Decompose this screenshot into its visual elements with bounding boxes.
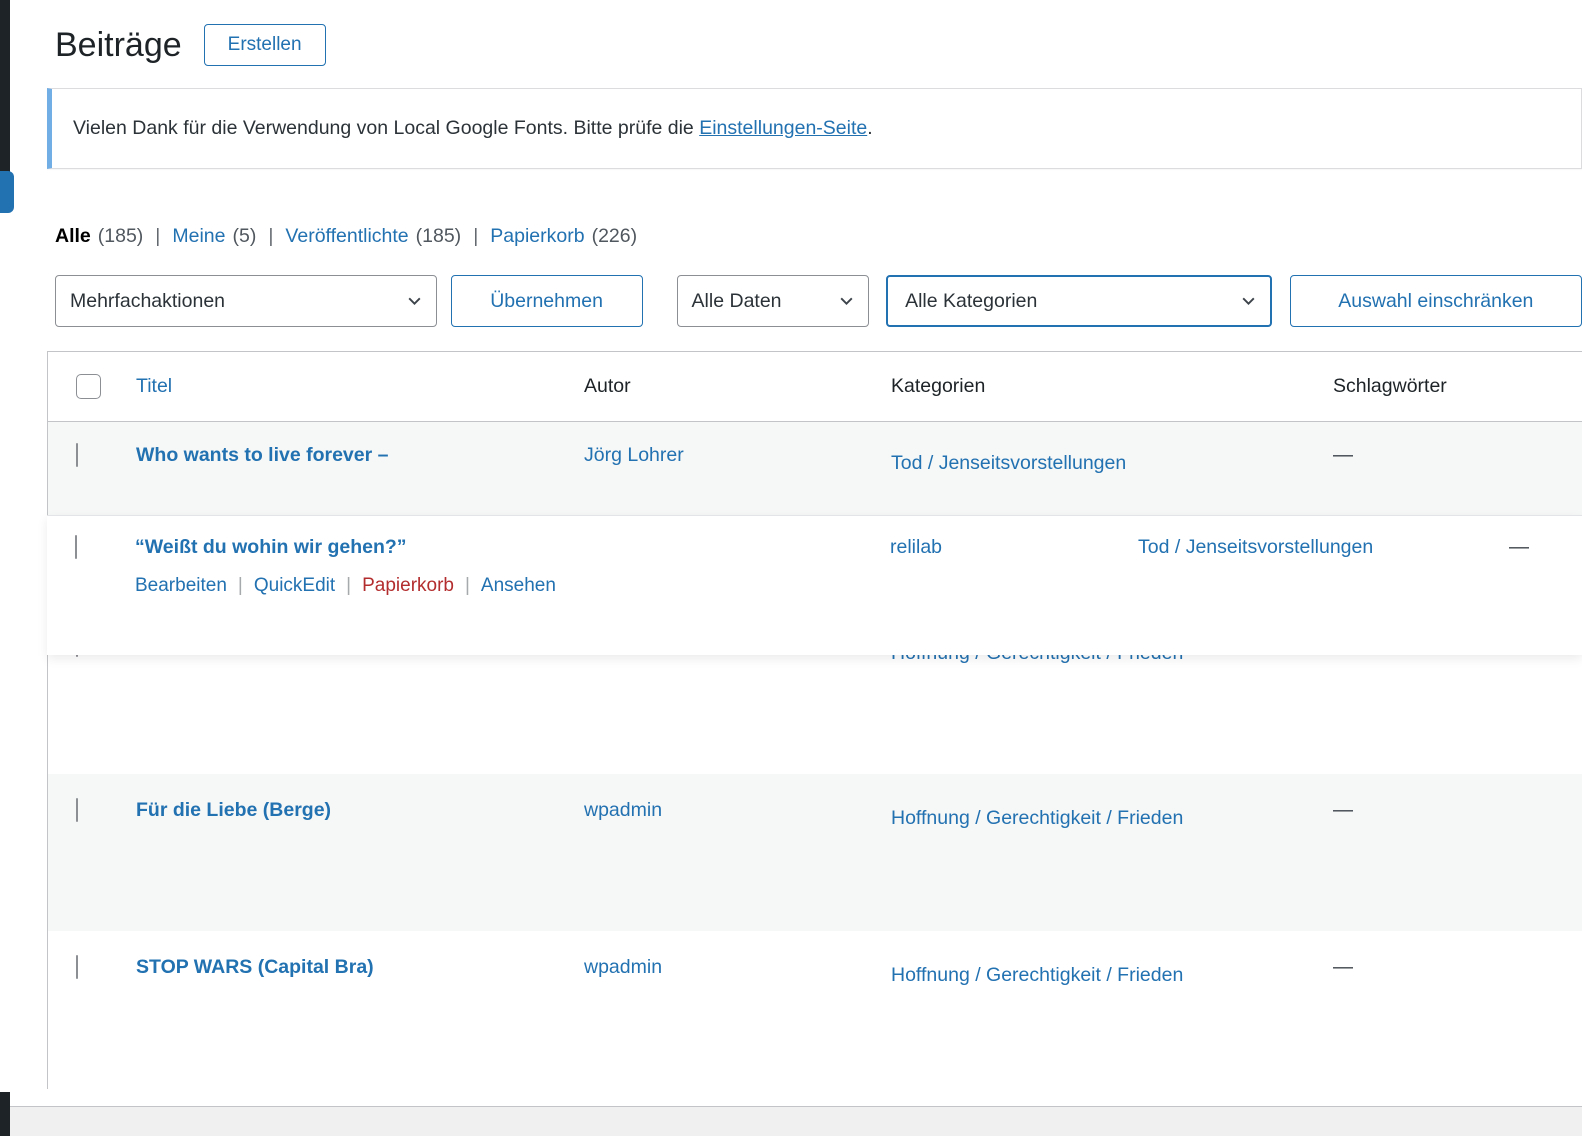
filter-mine[interactable]: Meine (5) (172, 225, 256, 248)
table-header-row: Titel Autor Kategorien Schlagwörter (48, 352, 1582, 422)
post-title-link[interactable]: “Weißt du wohin wir gehen?” (135, 536, 407, 558)
post-status-filters: Alle (185) | Meine (5) | Veröffentlichte… (55, 225, 1582, 248)
categories-filter-value: Alle Kategorien (905, 290, 1037, 313)
row-actions: Bearbeiten | QuickEdit | Papierkorb | An… (135, 575, 890, 597)
column-header-categories: Kategorien (891, 375, 985, 398)
tags-empty: — (1509, 536, 1529, 558)
admin-sidebar-strip-bottom (0, 1092, 10, 1136)
filter-trash-count: (226) (592, 225, 638, 248)
filter-mine-label[interactable]: Meine (172, 225, 225, 248)
filter-all-label[interactable]: Alle (55, 225, 91, 248)
apply-button[interactable]: Übernehmen (451, 275, 643, 327)
post-title-link[interactable]: Who wants to live forever – (136, 444, 388, 466)
category-links[interactable]: Tod / Jenseitsvorstellungen (891, 444, 1126, 482)
bulk-actions-value: Mehrfachaktionen (70, 290, 225, 313)
row-checkbox[interactable] (76, 955, 78, 979)
action-separator: | (465, 575, 470, 597)
notice-text-end: . (867, 117, 872, 139)
filter-trash-label[interactable]: Papierkorb (490, 225, 584, 248)
chevron-down-icon (1240, 293, 1257, 310)
author-link[interactable]: wpadmin (584, 956, 662, 978)
view-action-link[interactable]: Ansehen (481, 575, 556, 597)
admin-notice: Vielen Dank für die Verwendung von Local… (47, 88, 1582, 169)
notice-text: Vielen Dank für die Verwendung von Local… (73, 117, 699, 139)
action-separator: | (238, 575, 243, 597)
author-link[interactable]: wpadmin (584, 799, 662, 821)
dates-filter-value: Alle Daten (692, 290, 782, 313)
chevron-down-icon (406, 293, 423, 310)
filter-all-count: (185) (98, 225, 144, 248)
tags-empty: — (1333, 956, 1353, 978)
settings-page-link[interactable]: Einstellungen-Seite (699, 117, 867, 139)
add-new-post-button[interactable]: Erstellen (204, 24, 326, 66)
author-link[interactable]: Jörg Lohrer (584, 444, 684, 466)
trash-action-link[interactable]: Papierkorb (362, 575, 454, 597)
posts-list-table: Titel Autor Kategorien Schlagwörter Who … (47, 351, 1582, 1089)
column-header-tags: Schlagwörter (1333, 375, 1447, 398)
row-checkbox[interactable] (76, 443, 78, 467)
row-checkbox[interactable] (75, 535, 77, 559)
chevron-down-icon (838, 293, 855, 310)
page-header: Beiträge Erstellen (55, 0, 1582, 66)
filter-separator: | (268, 225, 273, 248)
categories-filter-select[interactable]: Alle Kategorien (886, 275, 1272, 327)
row-checkbox[interactable] (76, 798, 78, 822)
post-title-link[interactable]: STOP WARS (Capital Bra) (136, 956, 374, 978)
filter-button[interactable]: Auswahl einschränken (1290, 275, 1582, 327)
select-all-checkbox[interactable] (76, 374, 101, 399)
action-separator: | (346, 575, 351, 597)
tags-empty: — (1333, 444, 1353, 466)
dates-filter-select[interactable]: Alle Daten (677, 275, 870, 327)
list-table-toolbar: Mehrfachaktionen Übernehmen Alle Daten A… (55, 275, 1582, 327)
filter-all[interactable]: Alle (185) (55, 225, 143, 248)
active-table-row: “Weißt du wohin wir gehen?” Bearbeiten |… (47, 515, 1582, 655)
filter-published-label[interactable]: Veröffentlichte (285, 225, 408, 248)
filter-separator: | (155, 225, 160, 248)
tags-empty: — (1333, 799, 1353, 821)
table-footer-area (0, 1106, 1582, 1136)
filter-trash[interactable]: Papierkorb (226) (490, 225, 637, 248)
category-links[interactable]: Tod / Jenseitsvorstellungen (1138, 536, 1373, 558)
table-row: STOP WARS (Capital Bra) wpadmin Hoffnung… (48, 931, 1582, 1089)
page-title: Beiträge (55, 26, 182, 65)
bulk-actions-select[interactable]: Mehrfachaktionen (55, 275, 437, 327)
filter-separator: | (473, 225, 478, 248)
column-header-author: Autor (584, 375, 631, 398)
category-link[interactable]: relilab (890, 536, 942, 558)
filter-published[interactable]: Veröffentlichte (185) (285, 225, 461, 248)
category-links[interactable]: Hoffnung / Gerechtigkeit / Frieden (891, 956, 1183, 994)
admin-sidebar-strip (0, 0, 10, 182)
column-header-title[interactable]: Titel (136, 375, 172, 398)
category-links[interactable]: Hoffnung / Gerechtigkeit / Frieden (891, 799, 1183, 837)
table-row: Für die Liebe (Berge) wpadmin Hoffnung /… (48, 774, 1582, 931)
edit-action-link[interactable]: Bearbeiten (135, 575, 227, 597)
filter-published-count: (185) (416, 225, 462, 248)
admin-sidebar-active-item[interactable] (0, 171, 14, 213)
post-title-link[interactable]: Für die Liebe (Berge) (136, 799, 331, 821)
quick-edit-action-link[interactable]: QuickEdit (254, 575, 335, 597)
filter-mine-count: (5) (233, 225, 257, 248)
